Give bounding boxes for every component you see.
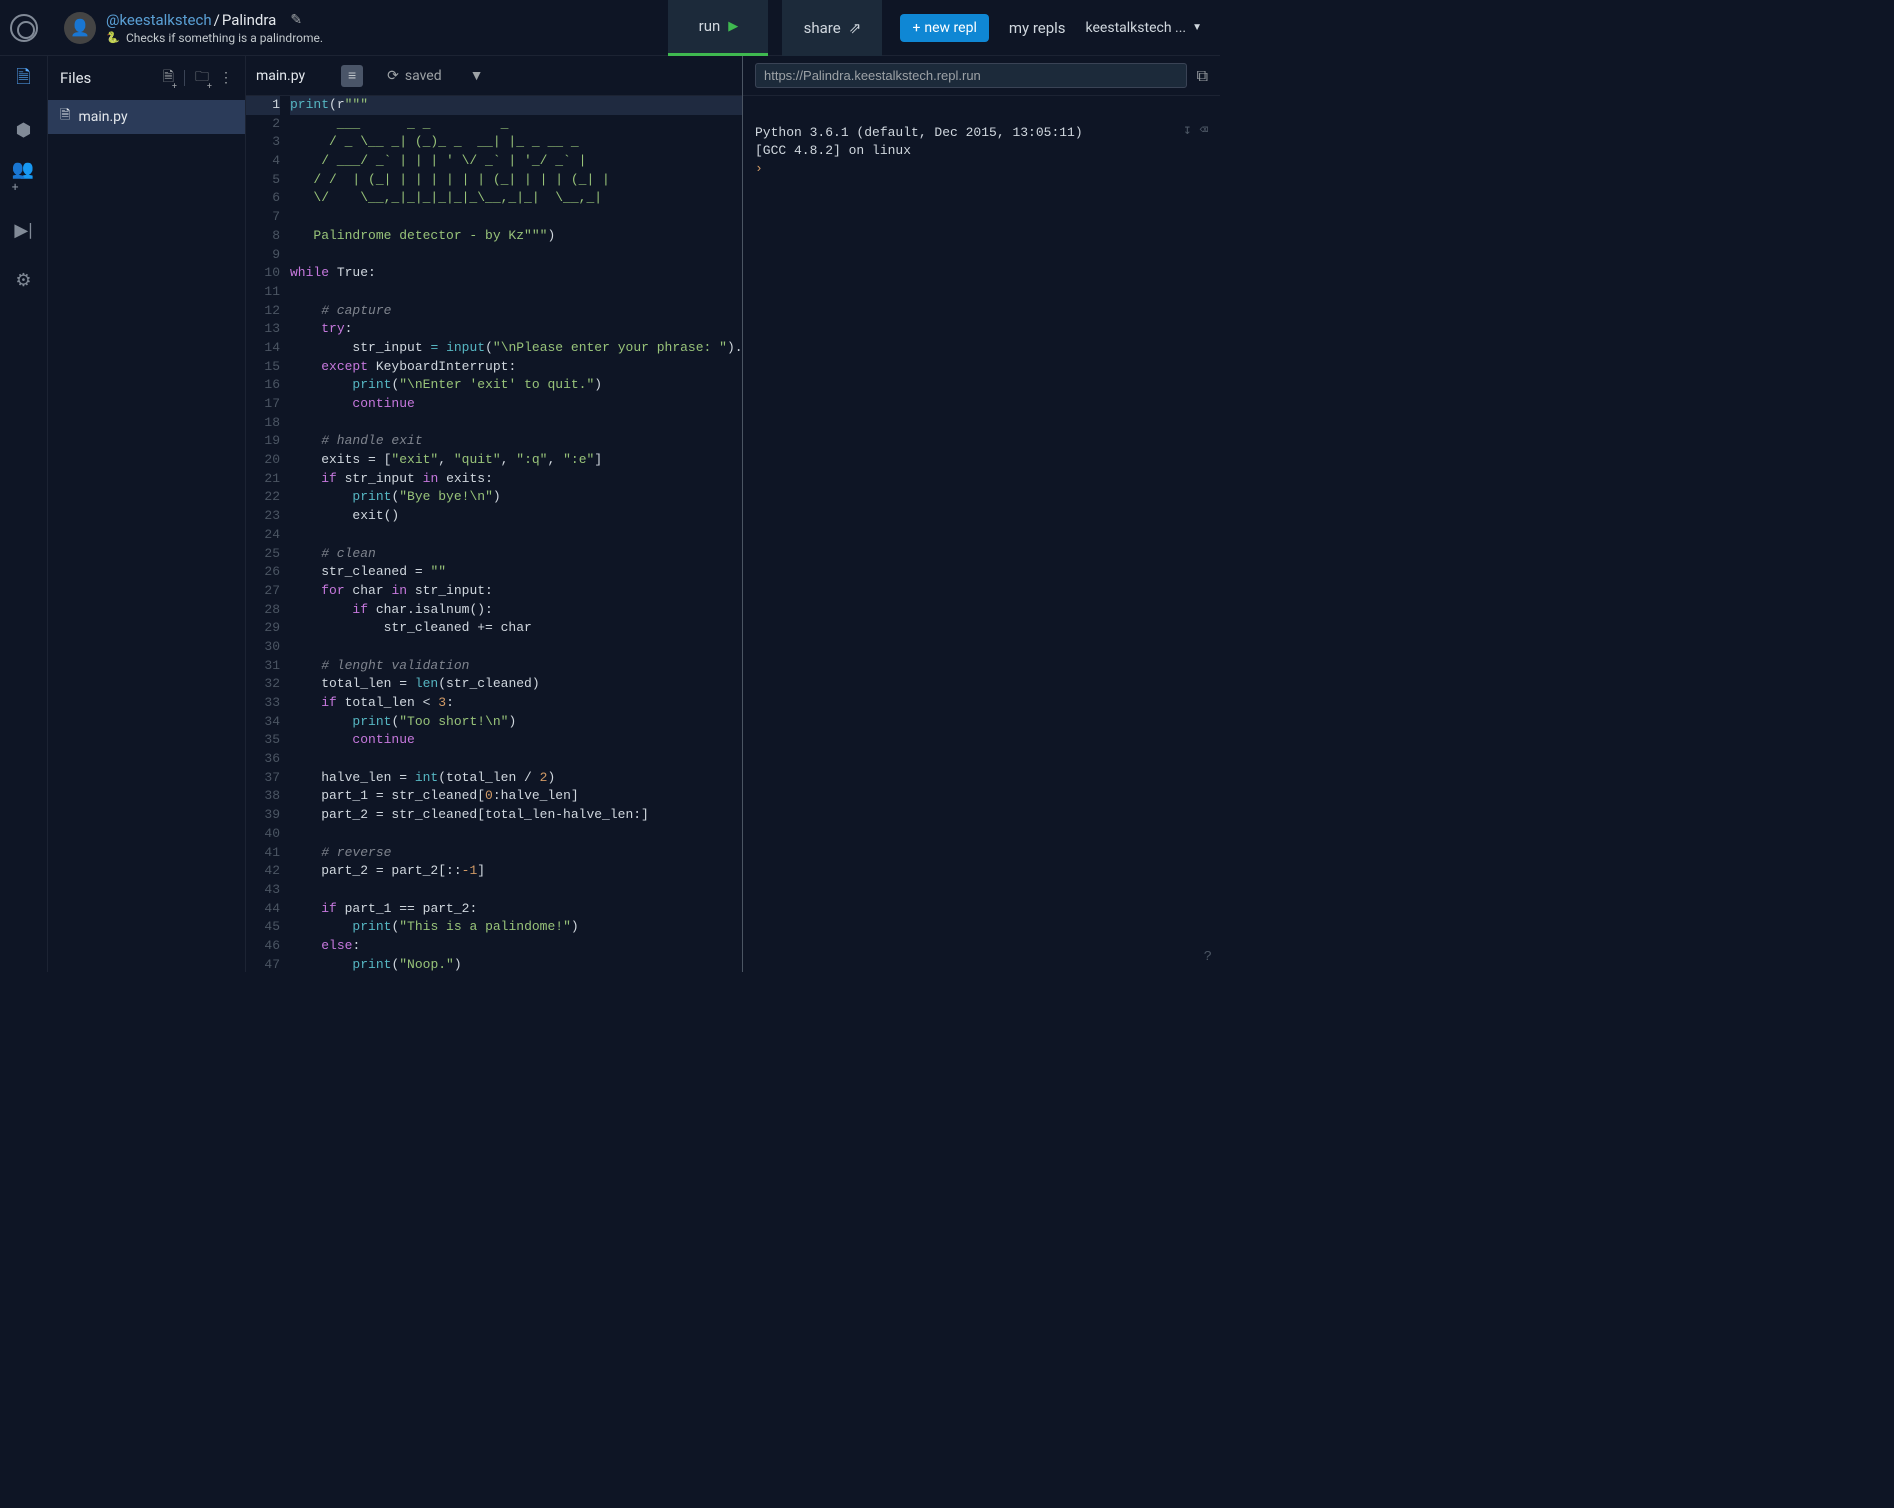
chevron-down-icon: ▼: [1192, 22, 1202, 33]
term-line1: Python 3.6.1 (default, Dec 2015, 13:05:1…: [755, 125, 1083, 140]
file-item-main[interactable]: 🗎 main.py: [48, 100, 245, 134]
code-editor[interactable]: 1234567891011121314151617181920212223242…: [246, 96, 742, 972]
play-icon: ▶: [728, 19, 738, 34]
python-icon: 🐍: [106, 31, 120, 45]
editor-tabs: main.py ≡ ⟳ saved ▼: [246, 56, 742, 96]
multiplayer-icon[interactable]: 👥⁺: [12, 168, 36, 192]
terminal[interactable]: Python 3.6.1 (default, Dec 2015, 13:05:1…: [743, 96, 1220, 972]
code-lines[interactable]: print(r""" ___ _ _ _ / _ \__ _| (_)_ _ _…: [290, 96, 742, 972]
refresh-icon[interactable]: ⟳: [387, 68, 399, 84]
run-button[interactable]: run ▶: [668, 0, 768, 56]
run-label: run: [699, 17, 721, 35]
files-icon[interactable]: 🗎: [12, 68, 36, 92]
plus-icon: +: [912, 20, 920, 36]
tab-main[interactable]: main.py: [256, 68, 305, 84]
help-icon[interactable]: ?: [1204, 948, 1212, 966]
project-subtitle: Checks if something is a palindrome.: [126, 31, 323, 45]
breadcrumb-project[interactable]: Palindra: [222, 11, 277, 29]
logo-area[interactable]: [0, 14, 48, 42]
term-prompt: ›: [755, 161, 763, 176]
new-file-icon[interactable]: 🗎+: [163, 66, 174, 90]
saved-label: saved: [405, 68, 442, 84]
term-line2: [GCC 4.8.2] on linux: [755, 143, 911, 158]
file-icon: 🗎: [60, 106, 70, 128]
my-repls-link[interactable]: my repls: [1009, 19, 1066, 37]
term-clear-icon[interactable]: ⌫: [1200, 122, 1208, 140]
term-import-icon[interactable]: ↧: [1183, 122, 1191, 140]
username-label: keestalkstech ...: [1086, 20, 1187, 36]
settings-icon[interactable]: ⚙: [12, 268, 36, 292]
files-panel: Files 🗎+ 🗀+ ⋮ 🗎 main.py: [48, 56, 246, 972]
edit-icon[interactable]: ✎: [290, 12, 302, 28]
user-menu[interactable]: keestalkstech ... ▼: [1086, 20, 1202, 36]
file-name: main.py: [78, 109, 127, 125]
package-icon[interactable]: ⬢: [12, 118, 36, 142]
editor-panel: main.py ≡ ⟳ saved ▼ 12345678910111213141…: [246, 56, 742, 972]
share-label: share: [804, 19, 841, 37]
format-icon[interactable]: ≡: [341, 65, 363, 87]
breadcrumb-sep: /: [214, 11, 220, 29]
new-folder-icon[interactable]: 🗀+: [195, 66, 209, 90]
more-icon[interactable]: ⋮: [219, 70, 233, 86]
breadcrumb: @keestalkstech / Palindra ✎ 🐍 Checks if …: [106, 11, 323, 45]
chevron-down-icon[interactable]: ▼: [470, 67, 484, 84]
logo-icon: [10, 14, 38, 42]
side-rail: 🗎 ⬢ 👥⁺ ▶| ⚙: [0, 56, 48, 972]
open-external-icon[interactable]: ⧉: [1197, 66, 1208, 86]
share-icon: ⇗: [849, 19, 862, 37]
output-panel: ⧉ Python 3.6.1 (default, Dec 2015, 13:05…: [742, 56, 1220, 972]
new-repl-label: new repl: [924, 20, 976, 36]
share-button[interactable]: share ⇗: [782, 0, 882, 56]
avatar[interactable]: 👤: [64, 12, 96, 44]
line-gutter: 1234567891011121314151617181920212223242…: [246, 96, 290, 972]
top-header: 👤 @keestalkstech / Palindra ✎ 🐍 Checks i…: [0, 0, 1220, 56]
new-repl-button[interactable]: + new repl: [900, 14, 988, 42]
debugger-icon[interactable]: ▶|: [12, 218, 36, 242]
divider: [184, 70, 185, 86]
breadcrumb-user[interactable]: @keestalkstech: [106, 11, 212, 29]
files-title: Files: [60, 69, 153, 87]
url-input[interactable]: [755, 63, 1187, 88]
